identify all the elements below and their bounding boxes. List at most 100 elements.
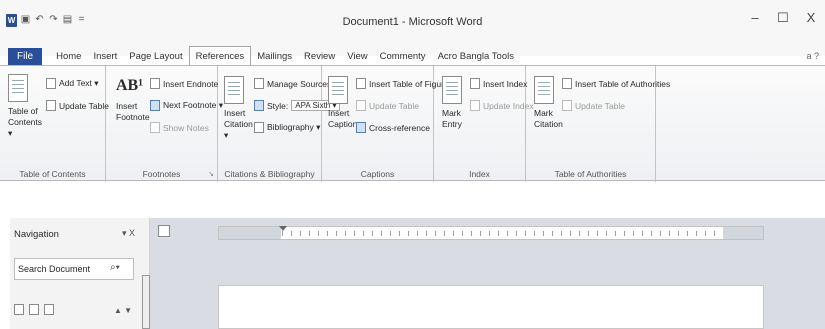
first-line-indent-icon[interactable] xyxy=(279,226,287,231)
window-title: Document1 - Microsoft Word xyxy=(342,16,483,28)
magnifier-icon[interactable]: ⌕▾ xyxy=(110,262,120,273)
minimize-button[interactable]: – xyxy=(741,10,769,26)
horizontal-ruler[interactable] xyxy=(218,226,764,240)
insert-index-icon xyxy=(470,78,480,89)
insert-endnote-button[interactable]: Insert Endnote xyxy=(150,78,218,89)
insert-index-label: Insert Index xyxy=(483,78,528,89)
cross-reference-button[interactable]: Cross-reference xyxy=(356,122,430,133)
tab-home[interactable]: Home xyxy=(50,48,87,65)
group-footnotes: AB¹ Insert Footnote Insert Endnote Next … xyxy=(106,66,223,182)
update-authorities-icon xyxy=(562,100,572,111)
tab-commenty[interactable]: Commenty xyxy=(374,48,432,65)
insert-citation-label: Insert Citation ▾ xyxy=(224,108,253,140)
mark-entry-button[interactable]: Mark Entry xyxy=(442,76,470,130)
group-label-toc: Table of Contents xyxy=(19,169,86,179)
add-text-label: Add Text ▾ xyxy=(59,78,99,88)
bibliography-icon xyxy=(254,122,264,133)
tab-insert[interactable]: Insert xyxy=(87,48,123,65)
style-icon xyxy=(254,100,264,111)
group-table-of-contents: Table of Contents ▾ Add Text ▾ Update Ta… xyxy=(0,66,109,182)
group-label-footnotes: Footnotes xyxy=(142,169,181,179)
insert-footnote-label: Insert Footnote xyxy=(116,101,150,122)
help-icon[interactable]: a ? xyxy=(806,51,819,61)
update-authorities-button[interactable]: Update Table xyxy=(562,100,625,111)
update-figures-table-button[interactable]: Update Table xyxy=(356,100,419,111)
ruler-toggle-button[interactable] xyxy=(158,225,170,237)
mark-entry-icon xyxy=(442,76,462,104)
cross-reference-label: Cross-reference xyxy=(369,122,430,133)
mark-citation-label: Mark Citation xyxy=(534,108,563,129)
maximize-button[interactable]: ☐ xyxy=(769,10,797,26)
close-button[interactable]: X xyxy=(797,10,825,26)
pages-view-icon[interactable] xyxy=(29,304,39,315)
tab-page-layout[interactable]: Page Layout xyxy=(123,48,188,65)
tab-file[interactable]: File xyxy=(8,47,43,65)
insert-citation-button[interactable]: Insert Citation ▾ xyxy=(224,76,256,141)
group-label-index: Index xyxy=(469,169,490,179)
manage-sources-icon xyxy=(254,78,264,89)
group-citations-bibliography: Insert Citation ▾ Manage Sources Style: … xyxy=(218,66,341,182)
table-of-contents-icon xyxy=(8,74,28,102)
update-authorities-label: Update Table xyxy=(575,100,625,111)
mark-citation-icon xyxy=(534,76,554,104)
add-text-button[interactable]: Add Text ▾ xyxy=(46,78,99,89)
insert-footnote-button[interactable]: AB¹ Insert Footnote xyxy=(116,77,150,123)
tab-references[interactable]: References xyxy=(188,46,252,66)
insert-authorities-icon xyxy=(562,78,572,89)
ribbon-tabs: File Home Insert Page Layout References … xyxy=(0,46,825,66)
table-of-figures-icon xyxy=(356,78,366,89)
show-notes-label: Show Notes xyxy=(163,122,209,133)
insert-endnote-icon xyxy=(150,78,160,89)
vertical-scrollbar[interactable] xyxy=(142,275,150,329)
update-figures-table-label: Update Table xyxy=(369,100,419,111)
mark-entry-label: Mark Entry xyxy=(442,108,462,129)
group-label-captions: Captions xyxy=(360,169,395,179)
update-table-label: Update Table xyxy=(59,100,109,111)
group-label-citations: Citations & Bibliography xyxy=(224,169,315,179)
show-notes-button[interactable]: Show Notes xyxy=(150,122,209,133)
add-text-icon xyxy=(46,78,56,89)
bibliography-label: Bibliography ▾ xyxy=(267,122,321,132)
right-margin-marker xyxy=(723,227,763,239)
insert-citation-icon xyxy=(224,76,244,104)
results-view-icon[interactable] xyxy=(44,304,54,315)
next-footnote-icon xyxy=(150,100,160,111)
navigation-close-button[interactable]: ▾ X xyxy=(122,228,135,239)
next-footnote-button[interactable]: Next Footnote ▾ xyxy=(150,100,223,111)
tab-acro-bangla-tools[interactable]: Acro Bangla Tools xyxy=(432,48,520,65)
next-footnote-label: Next Footnote ▾ xyxy=(163,100,224,110)
update-index-icon xyxy=(470,100,480,111)
update-index-button[interactable]: Update Index xyxy=(470,100,534,111)
insert-caption-icon xyxy=(328,76,348,104)
group-table-of-authorities: Mark Citation Insert Table of Authoritie… xyxy=(526,66,670,182)
table-of-contents-button[interactable]: Table of Contents ▾ xyxy=(8,74,48,139)
tab-mailings[interactable]: Mailings xyxy=(251,48,298,65)
navigation-view-buttons xyxy=(14,304,54,315)
update-figures-table-icon xyxy=(356,100,366,111)
group-captions: Insert Caption Insert Table of Figures U… xyxy=(322,66,453,182)
table-of-contents-label: Table of Contents ▾ xyxy=(8,106,43,138)
mark-citation-button[interactable]: Mark Citation xyxy=(534,76,564,130)
footnotes-dialog-launcher-icon[interactable]: ↘ xyxy=(208,170,214,178)
style-label: Style: xyxy=(267,100,289,111)
tab-review[interactable]: Review xyxy=(298,48,341,65)
ribbon: Table of Contents ▾ Add Text ▾ Update Ta… xyxy=(0,65,825,182)
navigation-pane: Navigation ▾ X Search Document ⌕▾ ▲ ▼ xyxy=(10,218,150,329)
navigation-arrows[interactable]: ▲ ▼ xyxy=(114,306,132,315)
window-controls: – ☐ X xyxy=(741,10,825,26)
insert-table-of-authorities-button[interactable]: Insert Table of Authorities xyxy=(562,78,670,89)
bibliography-button[interactable]: Bibliography ▾ xyxy=(254,122,320,133)
update-table-button[interactable]: Update Table xyxy=(46,100,109,111)
insert-index-button[interactable]: Insert Index xyxy=(470,78,527,89)
tab-view[interactable]: View xyxy=(341,48,373,65)
document-page[interactable] xyxy=(218,285,764,329)
footnote-ab-icon: AB¹ xyxy=(116,77,144,94)
left-margin-marker xyxy=(219,227,281,239)
cross-reference-icon xyxy=(356,122,366,133)
update-table-icon xyxy=(46,100,56,111)
group-index: Mark Entry Insert Index Update Index Ind… xyxy=(434,66,534,182)
insert-authorities-label: Insert Table of Authorities xyxy=(575,78,671,89)
show-notes-icon xyxy=(150,122,160,133)
manage-sources-button[interactable]: Manage Sources xyxy=(254,78,331,89)
headings-view-icon[interactable] xyxy=(14,304,24,315)
